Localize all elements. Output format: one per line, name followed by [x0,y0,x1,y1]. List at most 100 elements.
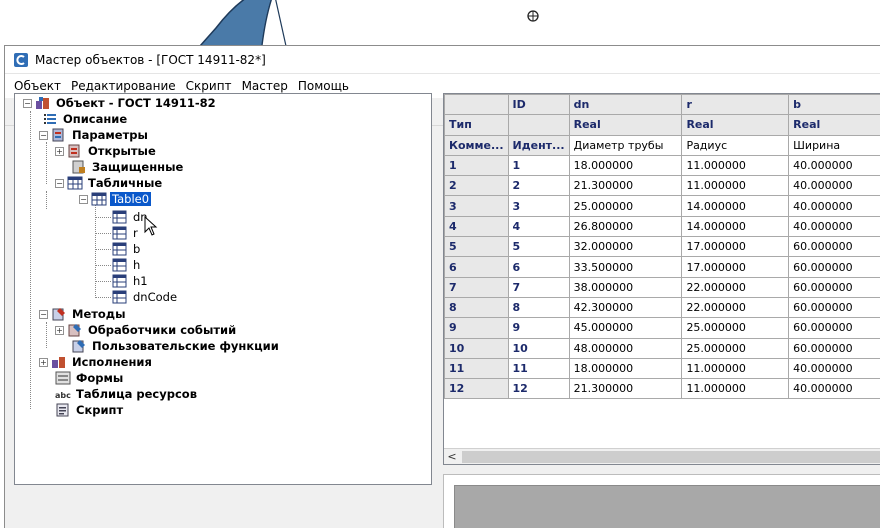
column-header-id[interactable]: ID [507,94,570,116]
value-cell[interactable]: 40.000000 [788,154,880,177]
id-cell[interactable]: 9 [507,317,570,339]
tree-node-executions[interactable]: + Исполнения [39,354,154,370]
value-cell[interactable]: 38.000000 [568,276,683,298]
table-row[interactable]: 1 1 18.000000 11.000000 40.000000 [444,154,880,177]
collapse-icon[interactable]: − [23,98,32,108]
value-cell[interactable]: 48.000000 [568,337,683,359]
value-cell[interactable]: 60.000000 [788,276,880,298]
table-row[interactable]: 6 6 33.500000 17.000000 60.000000 [444,256,880,278]
tree-node-description[interactable]: Описание [42,111,129,127]
value-cell[interactable]: 25.000000 [681,317,790,339]
type-cell[interactable]: Real [788,114,880,136]
value-cell[interactable]: 18.000000 [568,154,683,177]
tree-node-methods[interactable]: − Методы [39,306,128,322]
type-cell[interactable] [507,114,570,136]
comment-cell[interactable]: Идент... [507,134,570,156]
value-cell[interactable]: 17.000000 [681,236,790,258]
expand-icon[interactable]: + [39,357,48,367]
tree-node-protected[interactable]: Защищенные [71,159,185,175]
id-cell[interactable]: 4 [507,215,570,238]
value-cell[interactable]: 45.000000 [568,317,683,339]
table-row[interactable]: 10 10 48.000000 25.000000 60.000000 [444,337,880,359]
id-cell[interactable]: 3 [507,195,570,217]
tree-node-script[interactable]: Скрипт [55,402,125,418]
data-grid[interactable]: ID dn r b Тип Real Real Real Комме... Ид… [444,94,880,400]
value-cell[interactable]: 11.000000 [681,357,790,380]
row-header-cell[interactable]: 2 [444,175,509,197]
tree-node-event-handlers[interactable]: + Обработчики событий [55,322,238,338]
value-cell[interactable]: 60.000000 [788,337,880,359]
row-header-cell[interactable]: 12 [444,378,509,400]
row-header-cell[interactable]: 4 [444,215,509,238]
value-cell[interactable]: 22.000000 [681,276,790,298]
id-cell[interactable]: 7 [507,276,570,298]
value-cell[interactable]: 14.000000 [681,195,790,217]
row-header-cell[interactable]: 1 [444,154,509,177]
id-cell[interactable]: 2 [507,175,570,197]
table-row[interactable]: 5 5 32.000000 17.000000 60.000000 [444,236,880,258]
table-row[interactable]: 11 11 18.000000 11.000000 40.000000 [444,357,880,380]
comment-cell[interactable]: Радиус [681,134,790,156]
id-cell[interactable]: 1 [507,154,570,177]
value-cell[interactable]: 25.000000 [681,337,790,359]
tree-node-column-h1[interactable]: h1 [112,273,150,289]
value-cell[interactable]: 11.000000 [681,378,790,400]
value-cell[interactable]: 11.000000 [681,175,790,197]
value-cell[interactable]: 21.300000 [568,175,683,197]
collapse-icon[interactable]: − [55,178,64,188]
id-cell[interactable]: 6 [507,256,570,278]
type-cell[interactable]: Real [568,114,683,136]
value-cell[interactable]: 32.000000 [568,236,683,258]
collapse-icon[interactable]: − [79,194,88,204]
table-row[interactable]: 7 7 38.000000 22.000000 60.000000 [444,276,880,298]
value-cell[interactable]: 18.000000 [568,357,683,380]
row-header-cell[interactable]: 7 [444,276,509,298]
value-cell[interactable]: 26.800000 [568,215,683,238]
tree-node-column-dncode[interactable]: dnCode [112,289,179,305]
value-cell[interactable]: 40.000000 [788,357,880,380]
tree-node-forms[interactable]: Формы [55,370,125,386]
tree-node-open[interactable]: + Открытые [55,143,158,159]
value-cell[interactable]: 40.000000 [788,175,880,197]
collapse-icon[interactable]: − [39,130,48,140]
row-header-cell[interactable]: 5 [444,236,509,258]
value-cell[interactable]: 60.000000 [788,236,880,258]
table-row[interactable]: 12 12 21.300000 11.000000 40.000000 [444,378,880,400]
value-cell[interactable]: 22.000000 [681,296,790,319]
value-cell[interactable]: 40.000000 [788,215,880,238]
comment-cell[interactable]: Диаметр трубы [568,134,683,156]
table-grid-panel[interactable]: ID dn r b Тип Real Real Real Комме... Ид… [443,93,880,465]
row-header-cell[interactable]: 10 [444,337,509,359]
row-header-cell[interactable]: 8 [444,296,509,319]
value-cell[interactable]: 40.000000 [788,195,880,217]
tree-node-user-functions[interactable]: Пользовательские функции [71,338,281,354]
type-cell[interactable]: Real [681,114,790,136]
id-cell[interactable]: 5 [507,236,570,258]
table-row[interactable]: 4 4 26.800000 14.000000 40.000000 [444,215,880,238]
id-cell[interactable]: 11 [507,357,570,380]
title-bar[interactable]: Мастер объектов - [ГОСТ 14911-82*] [5,46,880,74]
table-row[interactable]: 8 8 42.300000 22.000000 60.000000 [444,296,880,319]
expand-icon[interactable]: + [55,146,64,156]
table-row[interactable]: 3 3 25.000000 14.000000 40.000000 [444,195,880,217]
row-header-cell[interactable]: 11 [444,357,509,380]
tree-node-tabular[interactable]: − Табличные [55,175,164,191]
table-row[interactable]: 9 9 45.000000 25.000000 60.000000 [444,317,880,339]
tree-node-column-b[interactable]: b [112,241,142,257]
value-cell[interactable]: 60.000000 [788,256,880,278]
value-cell[interactable]: 33.500000 [568,256,683,278]
expand-icon[interactable]: + [55,325,64,335]
horizontal-scrollbar[interactable]: < [444,448,880,464]
value-cell[interactable]: 42.300000 [568,296,683,319]
value-cell[interactable]: 40.000000 [788,378,880,400]
object-tree-panel[interactable]: − Объект - ГОСТ 14911-82 Описание − Пара… [14,93,432,485]
id-cell[interactable]: 10 [507,337,570,359]
tree-node-parameters[interactable]: − Параметры [39,127,150,143]
tree-node-column-r[interactable]: r [112,225,140,241]
id-cell[interactable]: 8 [507,296,570,319]
value-cell[interactable]: 21.300000 [568,378,683,400]
value-cell[interactable]: 17.000000 [681,256,790,278]
collapse-icon[interactable]: − [39,309,48,319]
scroll-left-icon[interactable]: < [444,449,460,465]
row-header-cell[interactable]: 3 [444,195,509,217]
